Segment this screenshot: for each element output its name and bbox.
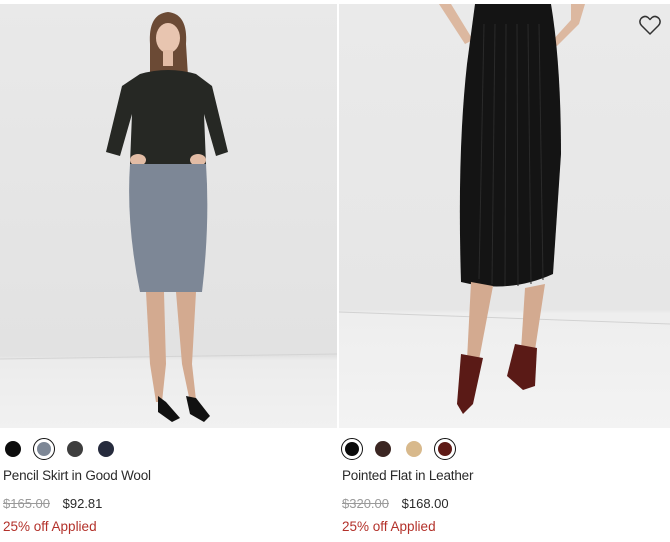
swatch-tan[interactable]: [406, 441, 422, 457]
product-card-pointed-flat[interactable]: Pointed Flat in Leather $320.00 $168.00 …: [339, 0, 670, 542]
product-card-pencil-skirt[interactable]: Pencil Skirt in Good Wool $165.00 $92.81…: [0, 0, 337, 542]
product-name[interactable]: Pointed Flat in Leather: [342, 468, 473, 483]
sale-price: $168.00: [401, 496, 449, 511]
swatch-oxblood[interactable]: [434, 438, 456, 460]
swatch-black[interactable]: [341, 438, 363, 460]
sale-price: $92.81: [62, 496, 103, 511]
swatch-grey-blue[interactable]: [33, 438, 55, 460]
swatch-navy[interactable]: [98, 441, 114, 457]
swatch-black[interactable]: [5, 441, 21, 457]
color-swatches: [0, 438, 124, 460]
color-swatches: [339, 438, 463, 460]
original-price: $320.00: [342, 496, 389, 511]
swatch-dark-brown[interactable]: [375, 441, 391, 457]
original-price: $165.00: [3, 496, 50, 511]
swatch-charcoal[interactable]: [67, 441, 83, 457]
product-price: $320.00 $168.00: [342, 496, 449, 511]
product-image-pencil-skirt[interactable]: [0, 4, 337, 428]
heart-outline-icon[interactable]: [638, 14, 662, 36]
product-name[interactable]: Pencil Skirt in Good Wool: [3, 468, 151, 483]
promo-label: 25% off Applied: [342, 519, 436, 534]
product-image-pointed-flat[interactable]: [339, 4, 670, 428]
product-price: $165.00 $92.81: [3, 496, 102, 511]
promo-label: 25% off Applied: [3, 519, 97, 534]
